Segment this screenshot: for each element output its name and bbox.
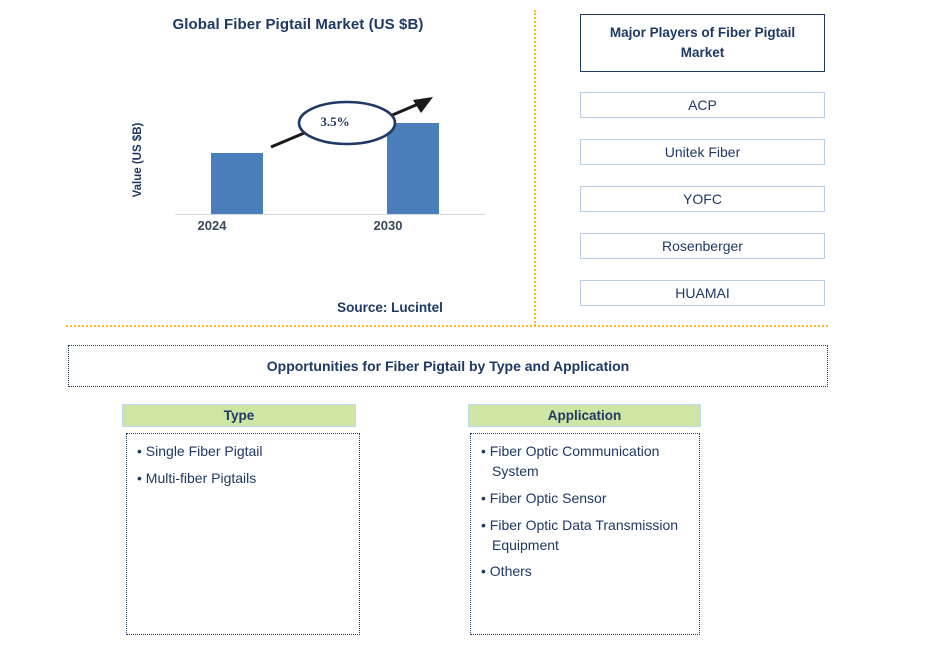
bar-chart: Value (US $B) 3.5% 2024 2030 <box>132 97 495 240</box>
list-item: Others <box>481 562 689 582</box>
list-item: Fiber Optic Sensor <box>481 489 689 509</box>
vertical-divider <box>534 10 536 326</box>
opportunities-banner: Opportunities for Fiber Pigtail by Type … <box>68 345 828 387</box>
infographic-page: Global Fiber Pigtail Market (US $B) Valu… <box>0 0 945 653</box>
player-item-3: YOFC <box>580 186 825 212</box>
bar-2024 <box>211 153 263 214</box>
x-tick-2024: 2024 <box>197 218 227 233</box>
list-item: Fiber Optic Data Transmission Equipment <box>481 516 689 556</box>
x-tick-2030: 2030 <box>373 218 403 233</box>
type-column-header: Type <box>122 404 356 427</box>
player-item-2: Unitek Fiber <box>580 139 825 165</box>
horizontal-divider <box>66 325 828 327</box>
players-panel-header: Major Players of Fiber Pigtail Market <box>580 14 825 72</box>
cagr-value: 3.5% <box>320 114 350 129</box>
list-item: Multi-fiber Pigtails <box>137 469 349 489</box>
type-list-box: Single Fiber Pigtail Multi-fiber Pigtail… <box>126 433 360 635</box>
chart-title: Global Fiber Pigtail Market (US $B) <box>172 16 424 33</box>
player-item-5: HUAMAI <box>580 280 825 306</box>
source-label: Source: Lucintel <box>337 300 443 315</box>
player-item-4: Rosenberger <box>580 233 825 259</box>
chart-plot-area: 3.5% <box>175 97 485 215</box>
application-column-header: Application <box>468 404 701 427</box>
list-item: Fiber Optic Communication System <box>481 442 689 482</box>
application-list-box: Fiber Optic Communication System Fiber O… <box>470 433 700 635</box>
list-item: Single Fiber Pigtail <box>137 442 349 462</box>
y-axis-label: Value (US $B) <box>132 122 144 198</box>
player-item-1: ACP <box>580 92 825 118</box>
